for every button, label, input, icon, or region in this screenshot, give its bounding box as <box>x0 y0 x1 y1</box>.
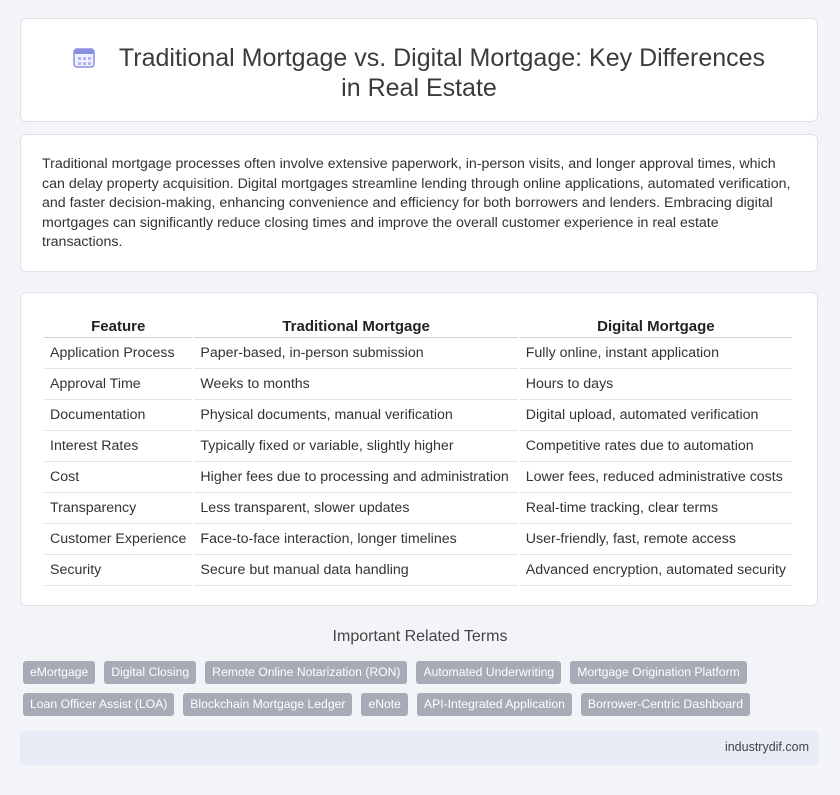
term-tag[interactable]: Remote Online Notarization (RON) <box>205 661 408 684</box>
footer-site[interactable]: industrydif.com <box>725 740 809 754</box>
page-title: Traditional Mortgage vs. Digital Mortgag… <box>118 44 766 102</box>
table-row: Documentation Physical documents, manual… <box>44 400 792 431</box>
table-cell: Digital upload, automated verification <box>519 400 792 431</box>
table-row: Approval Time Weeks to months Hours to d… <box>44 369 792 400</box>
table-cell: Approval Time <box>44 369 193 400</box>
table-row: Cost Higher fees due to processing and a… <box>44 462 792 493</box>
intro-paragraph: Traditional mortgage processes often inv… <box>42 156 791 250</box>
table-cell: Weeks to months <box>194 369 518 400</box>
term-tag[interactable]: eMortgage <box>23 661 96 684</box>
table-header-row: Feature Traditional Mortgage Digital Mor… <box>44 315 792 338</box>
table-cell: Paper-based, in-person submission <box>194 338 518 369</box>
term-tag[interactable]: Digital Closing <box>104 661 197 684</box>
title-card: Traditional Mortgage vs. Digital Mortgag… <box>20 18 818 122</box>
table-cell: Physical documents, manual verification <box>194 400 518 431</box>
table-cell: Application Process <box>44 338 193 369</box>
table-cell: Typically fixed or variable, slightly hi… <box>194 431 518 462</box>
comparison-table: Feature Traditional Mortgage Digital Mor… <box>42 315 794 586</box>
table-cell: User-friendly, fast, remote access <box>519 524 792 555</box>
tag-row: Loan Officer Assist (LOA) Blockchain Mor… <box>23 693 813 716</box>
term-tag[interactable]: Mortgage Origination Platform <box>570 661 747 684</box>
related-terms-title: Important Related Terms <box>332 628 508 645</box>
comparison-card: Feature Traditional Mortgage Digital Mor… <box>20 292 818 606</box>
table-cell: Real-time tracking, clear terms <box>519 493 792 524</box>
table-cell: Less transparent, slower updates <box>194 493 518 524</box>
table-row: Security Secure but manual data handling… <box>44 555 792 586</box>
table-row: Transparency Less transparent, slower up… <box>44 493 792 524</box>
column-header: Traditional Mortgage <box>194 315 518 338</box>
term-tag[interactable]: Loan Officer Assist (LOA) <box>23 693 175 716</box>
term-tag[interactable]: eNote <box>361 693 408 716</box>
table-cell: Interest Rates <box>44 431 193 462</box>
related-terms: eMortgage Digital Closing Remote Online … <box>23 661 813 725</box>
table-cell: Fully online, instant application <box>519 338 792 369</box>
table-cell: Customer Experience <box>44 524 193 555</box>
table-cell: Hours to days <box>519 369 792 400</box>
column-header: Digital Mortgage <box>519 315 792 338</box>
table-cell: Secure but manual data handling <box>194 555 518 586</box>
table-row: Interest Rates Typically fixed or variab… <box>44 431 792 462</box>
table-cell: Security <box>44 555 193 586</box>
table-cell: Transparency <box>44 493 193 524</box>
intro-card: Traditional mortgage processes often inv… <box>20 134 818 272</box>
table-cell: Documentation <box>44 400 193 431</box>
term-tag[interactable]: API-Integrated Application <box>416 693 572 716</box>
term-tag[interactable]: Automated Underwriting <box>416 661 562 684</box>
term-tag[interactable]: Blockchain Mortgage Ledger <box>183 693 353 716</box>
term-tag[interactable]: Borrower-Centric Dashboard <box>580 693 751 716</box>
table-cell: Competitive rates due to automation <box>519 431 792 462</box>
column-header: Feature <box>44 315 193 338</box>
table-row: Customer Experience Face-to-face interac… <box>44 524 792 555</box>
tag-row: eMortgage Digital Closing Remote Online … <box>23 661 813 684</box>
table-cell: Lower fees, reduced administrative costs <box>519 462 792 493</box>
page-title-wrap: Traditional Mortgage vs. Digital Mortgag… <box>21 43 817 103</box>
calendar-icon <box>73 48 95 68</box>
footer: industrydif.com <box>20 731 818 765</box>
table-row: Application Process Paper-based, in-pers… <box>44 338 792 369</box>
table-cell: Advanced encryption, automated security <box>519 555 792 586</box>
table-cell: Higher fees due to processing and admini… <box>194 462 518 493</box>
table-cell: Face-to-face interaction, longer timelin… <box>194 524 518 555</box>
table-cell: Cost <box>44 462 193 493</box>
